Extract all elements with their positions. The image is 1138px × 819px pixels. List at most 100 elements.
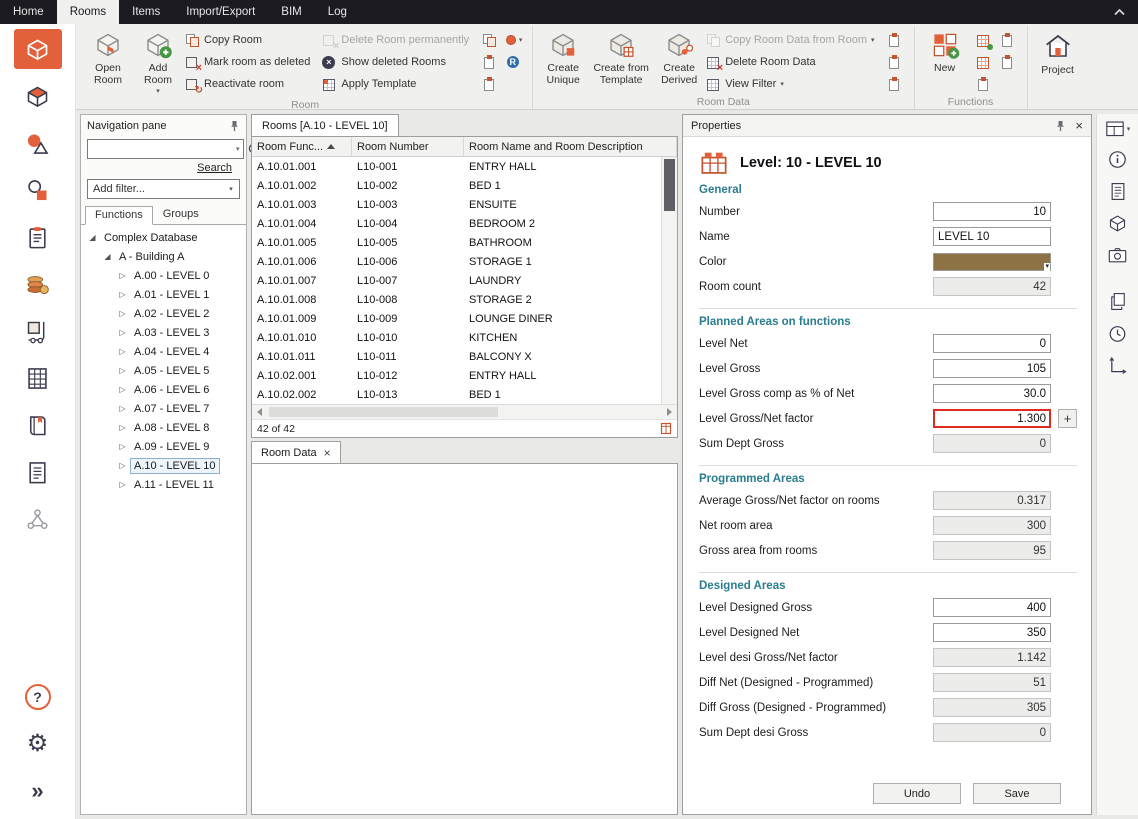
ribbon-tool-button[interactable]: ▾ [887, 77, 902, 92]
menu-home[interactable]: Home [0, 0, 57, 24]
open-room-button[interactable]: Open Room [85, 27, 131, 91]
rail-items-button[interactable] [14, 76, 62, 116]
property-input[interactable] [933, 277, 1051, 296]
tree-expander-icon[interactable]: ◢ [100, 252, 115, 261]
LAUNDRY[interactable]: A.10.01.007 L10-007 LAUNDRY [252, 271, 661, 290]
tree-item[interactable]: ▷ A.06 - LEVEL 6 [81, 380, 246, 399]
column-header-room-number[interactable]: Room Number [352, 137, 464, 156]
tree-item[interactable]: ▷ A.01 - LEVEL 1 [81, 285, 246, 304]
column-header-room-function[interactable]: Room Func... [252, 137, 352, 156]
ribbon-button[interactable]: Mark room as deleted ▾ [185, 51, 314, 73]
info-button[interactable] [1107, 149, 1128, 170]
tree-item[interactable]: ▷ A.07 - LEVEL 7 [81, 399, 246, 418]
search-input[interactable]: ▾ [87, 139, 244, 159]
pin-icon[interactable] [1055, 120, 1066, 132]
property-input[interactable] [933, 598, 1051, 617]
ribbon-tool-button[interactable]: ▾ [976, 77, 991, 92]
properties-pane-button[interactable] [1108, 181, 1128, 202]
ribbon-tool-button[interactable]: ▾ [1000, 33, 1015, 48]
scroll-left-icon[interactable] [252, 408, 267, 416]
create-derived-button[interactable]: Create Derived [656, 27, 702, 91]
ribbon-button[interactable]: Copy Room ▾ [185, 29, 314, 51]
pin-icon[interactable] [229, 120, 240, 132]
tree-item[interactable]: ▷ A.05 - LEVEL 5 [81, 361, 246, 380]
scroll-right-icon[interactable] [662, 408, 677, 416]
property-input[interactable] [933, 202, 1051, 221]
add-room-button[interactable]: Add Room▾ [135, 27, 181, 98]
tree-expander-icon[interactable]: ▷ [115, 404, 130, 413]
documents-button[interactable] [1108, 291, 1128, 312]
rail-settings-button[interactable] [14, 724, 62, 764]
ribbon-tool-button[interactable]: ▾ [976, 33, 991, 48]
rail-rooms-button[interactable] [14, 29, 62, 69]
property-input[interactable] [933, 491, 1051, 510]
property-input[interactable] [933, 409, 1051, 428]
tree-expander-icon[interactable]: ▷ [115, 423, 130, 432]
navigation-tab[interactable]: Functions [85, 206, 153, 225]
ribbon-tool-button[interactable]: ▾ [482, 33, 497, 48]
room-data-tab[interactable]: Room Data × [251, 441, 341, 463]
ribbon-tool-button[interactable]: ▾ [976, 55, 991, 70]
history-button[interactable] [1107, 323, 1128, 344]
layout-selector-button[interactable]: ▾ [1105, 120, 1131, 138]
menu-items[interactable]: Items [119, 0, 173, 24]
navigation-tab[interactable]: Groups [153, 205, 209, 224]
search-link[interactable]: Search [87, 159, 240, 175]
undo-button[interactable]: Undo [873, 783, 961, 804]
measure-button[interactable] [1107, 355, 1128, 376]
project-button[interactable]: Project [1035, 27, 1081, 91]
tree-expander-icon[interactable]: ▷ [115, 328, 130, 337]
tree-item[interactable]: ▷ A.00 - LEVEL 0 [81, 266, 246, 285]
rail-shapes-button[interactable] [14, 123, 62, 163]
ENTRY HALL[interactable]: A.10.02.001 L10-012 ENTRY HALL [252, 366, 661, 385]
ribbon-tool-button[interactable]: ▾ [482, 77, 497, 92]
property-input[interactable] [933, 384, 1051, 403]
vertical-scrollbar[interactable] [661, 157, 677, 404]
property-input[interactable] [933, 541, 1051, 560]
tree-expander-icon[interactable]: ▷ [115, 442, 130, 451]
property-input[interactable] [933, 698, 1051, 717]
rail-attachments-button[interactable] [14, 217, 62, 257]
rail-finance-button[interactable] [14, 264, 62, 304]
column-header-room-name[interactable]: Room Name and Room Description [464, 137, 677, 156]
tree-expander-icon[interactable]: ▷ [115, 347, 130, 356]
bim-model-button[interactable] [1107, 213, 1128, 234]
rail-help-button[interactable] [14, 677, 62, 717]
close-icon[interactable]: × [324, 446, 331, 460]
property-input[interactable] [933, 434, 1051, 453]
rooms-view-tab[interactable]: Rooms [A.10 - LEVEL 10] [251, 114, 399, 136]
color-swatch[interactable]: ▾ [933, 253, 1051, 271]
add-button[interactable]: + [1058, 409, 1077, 428]
ribbon-button[interactable]: Apply Template ▾ [322, 73, 473, 95]
STORAGE 1[interactable]: A.10.01.006 L10-006 STORAGE 1 [252, 252, 661, 271]
ribbon-button[interactable]: Reactivate room ▾ [185, 73, 314, 95]
ENTRY HALL[interactable]: A.10.01.001 L10-001 ENTRY HALL [252, 157, 661, 176]
ribbon-tool-button[interactable]: ▾ [887, 55, 902, 70]
save-button[interactable]: Save [973, 783, 1061, 804]
ribbon-button[interactable]: Delete Room Data ▾ [706, 51, 878, 73]
rail-catalog-button[interactable] [14, 405, 62, 445]
new-function-button[interactable]: New [922, 27, 968, 91]
menu-bim[interactable]: BIM [268, 0, 314, 24]
tree-item[interactable]: ▷ A.08 - LEVEL 8 [81, 418, 246, 437]
rail-network-button[interactable] [14, 499, 62, 539]
rail-buildings-button[interactable] [14, 358, 62, 398]
ribbon-tool-button[interactable]: ▾ [504, 33, 523, 48]
BED 1[interactable]: A.10.02.002 L10-013 BED 1 [252, 385, 661, 404]
ribbon-button[interactable]: Show deleted Rooms ▾ [322, 51, 473, 73]
property-input[interactable] [933, 673, 1051, 692]
create-unique-button[interactable]: Create Unique [540, 27, 586, 91]
rail-symbols-button[interactable] [14, 170, 62, 210]
rail-expand-button[interactable] [14, 771, 62, 811]
tree-expander-icon[interactable]: ▷ [115, 480, 130, 489]
chevron-down-icon[interactable]: ▾ [236, 145, 243, 153]
tree-item[interactable]: ▷ A.03 - LEVEL 3 [81, 323, 246, 342]
tree-expander-icon[interactable]: ▷ [115, 385, 130, 394]
property-input[interactable] [933, 359, 1051, 378]
close-icon[interactable]: × [1075, 118, 1083, 133]
BALCONY X[interactable]: A.10.01.011 L10-011 BALCONY X [252, 347, 661, 366]
rail-reports-button[interactable] [14, 452, 62, 492]
tree-item[interactable]: ▷ A.09 - LEVEL 9 [81, 437, 246, 456]
tree-item[interactable]: ▷ A.10 - LEVEL 10 [81, 456, 246, 475]
create-from-template-button[interactable]: Create from Template [590, 27, 652, 91]
